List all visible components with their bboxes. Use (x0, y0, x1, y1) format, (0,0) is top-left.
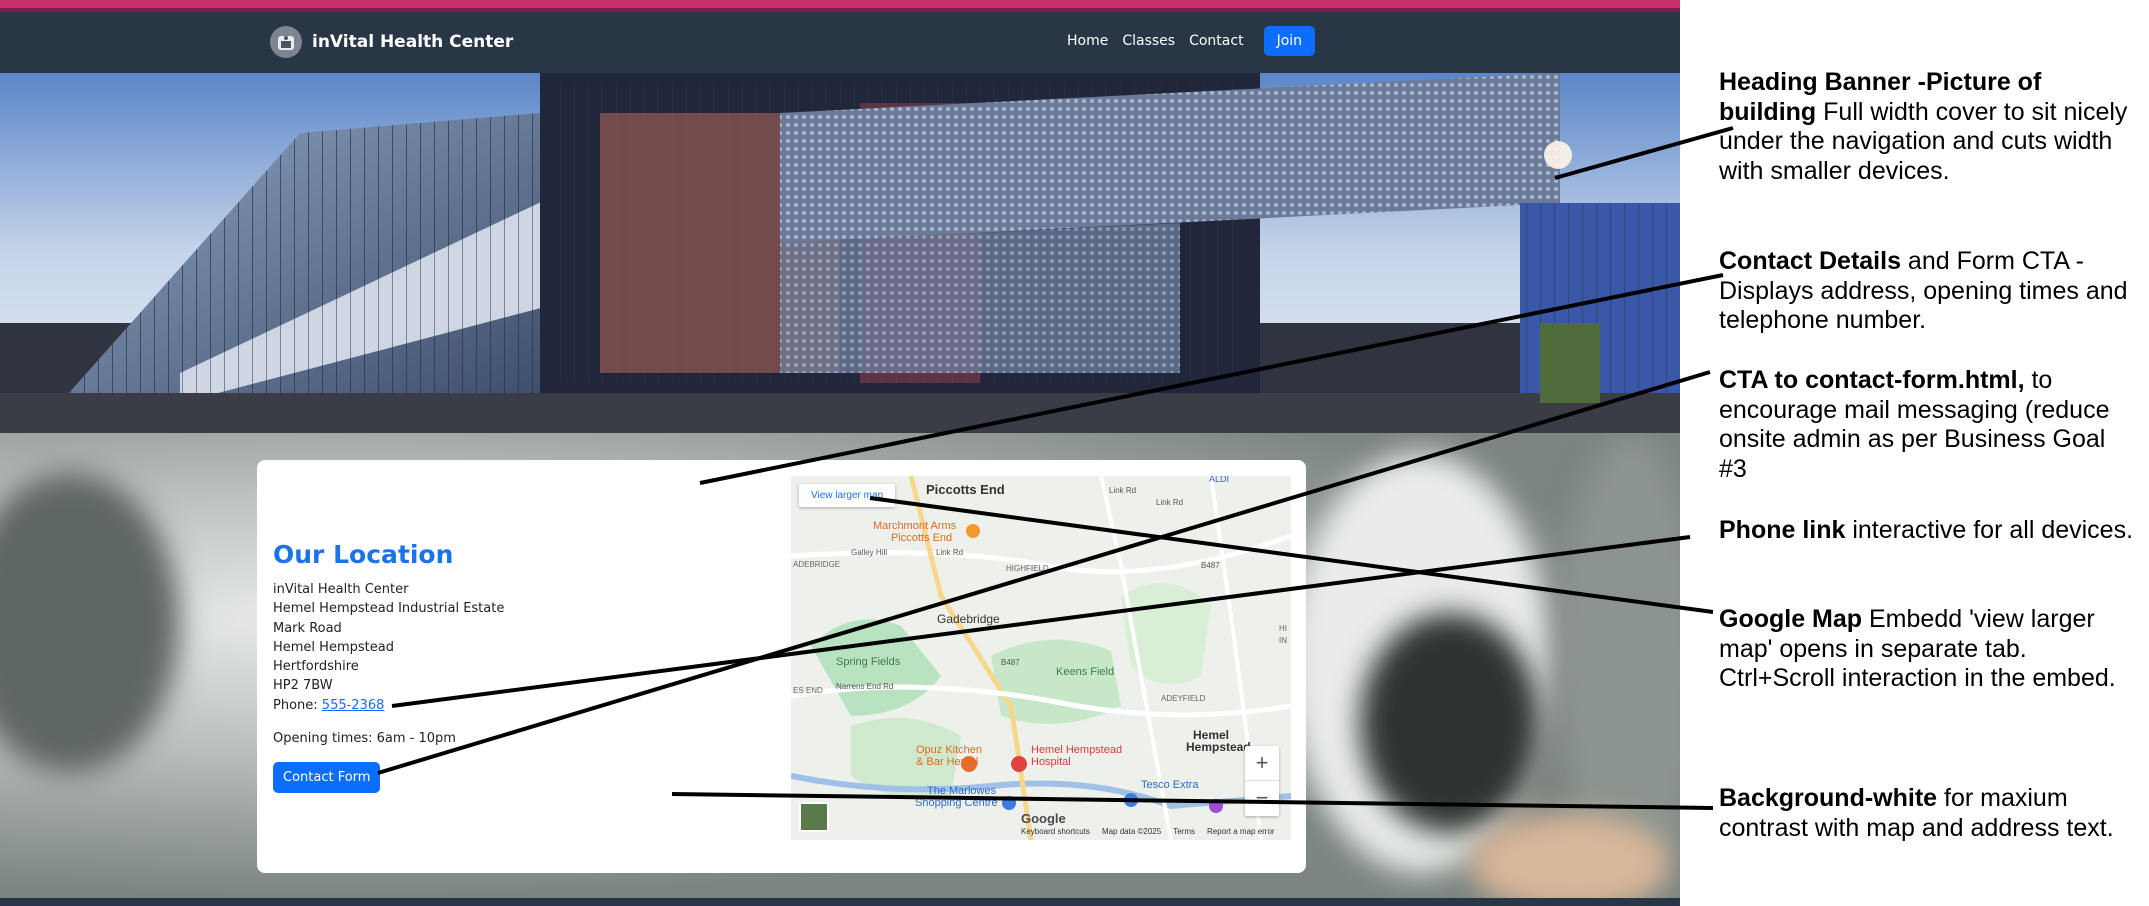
top-accent-strip (0, 0, 1680, 12)
gym-logo-icon (270, 26, 302, 58)
map-layer-toggle[interactable] (799, 802, 829, 832)
hero-building-banner (0, 73, 1680, 433)
map-zoom-control: + − (1245, 746, 1279, 816)
nav-classes[interactable]: Classes (1122, 33, 1175, 49)
view-larger-map-link[interactable]: View larger map (799, 484, 896, 507)
phone-link[interactable]: 555-2368 (322, 698, 385, 713)
bg-shape (1360, 613, 1540, 833)
annotation-text: interactive for all devices. (1845, 516, 2134, 544)
map-road-label: Link Rd (1156, 498, 1184, 507)
map-poi-label: Tesco Extra (1141, 779, 1199, 791)
contact-form-button[interactable]: Contact Form (273, 762, 381, 793)
map-area-label: ES END (793, 686, 823, 695)
website-screenshot: inVital Health Center Home Classes Conta… (0, 0, 1680, 906)
address-block: inVital Health Center Hemel Hempstead In… (273, 580, 504, 748)
address-line: Mark Road (273, 620, 342, 636)
address-line: Hertfordshire (273, 659, 359, 675)
map-poi-label: Piccotts End (891, 532, 953, 544)
map-poi-label: The Marlowes (927, 785, 997, 797)
map-poi-label: Marchmont Arms (873, 520, 957, 532)
map-area-label: IN (1279, 636, 1287, 645)
nav-contact[interactable]: Contact (1189, 33, 1243, 49)
map-road-label: Narrens End Rd (836, 682, 894, 691)
annotation-title: Google Map (1719, 605, 1863, 633)
building-image (0, 73, 1680, 433)
annotation-title: Background-white (1719, 784, 1938, 812)
annotation-contact-details: Contact Details and Form CTA - Displays … (1719, 247, 2139, 336)
brand[interactable]: inVital Health Center (270, 26, 513, 58)
map-place-label: Piccotts End (926, 482, 1005, 497)
join-button[interactable]: Join (1263, 26, 1316, 56)
phone-row: Phone: 555-2368 (273, 696, 504, 715)
map-poi-label: Opuz Kitchen (916, 744, 983, 756)
map-road-label: Link Rd (936, 548, 964, 557)
map-area-label: HIGHFIELD (1006, 564, 1049, 573)
map-road-label: Galley Hill (851, 548, 888, 557)
footer-bar (0, 898, 1680, 906)
map-park-label: Spring Fields (836, 656, 901, 668)
address-line: inVital Health Center (273, 582, 409, 597)
annotation-heading-banner: Heading Banner -Picture of building Full… (1719, 68, 2139, 186)
zoom-in-button[interactable]: + (1245, 746, 1279, 780)
map-road-label: Link Rd (1109, 486, 1137, 495)
nav-links: Home Classes Contact Join (1067, 26, 1316, 56)
annotation-title: CTA to contact-form.html, (1719, 366, 2025, 394)
address-line: Hemel Hempstead Industrial Estate (273, 601, 505, 617)
location-title: Our Location (273, 540, 454, 569)
bg-shape (0, 473, 180, 773)
map-footer: Keyboard shortcuts Map data ©2025 Terms … (1021, 827, 1275, 836)
map-poi-label: & Bar Hemel (916, 756, 979, 768)
map-place-label: Hempstead (1186, 740, 1251, 754)
map-data-text: Map data ©2025 (1101, 827, 1162, 836)
annotation-cta: CTA to contact-form.html, to encourage m… (1719, 366, 2139, 484)
map-poi-label: Hemel Hempstead (1031, 744, 1123, 756)
nav-home[interactable]: Home (1067, 33, 1108, 49)
map-poi-label: Hospital (1031, 756, 1071, 768)
address-line: Hemel Hempstead (273, 639, 394, 655)
annotation-background: Background-white for maxium contrast wit… (1719, 784, 2139, 843)
navbar: inVital Health Center Home Classes Conta… (0, 12, 1680, 73)
report-error-link[interactable]: Report a map error (1207, 827, 1275, 836)
map-area-label: ADEYFIELD (1161, 694, 1206, 703)
location-card: Our Location inVital Health Center Hemel… (257, 460, 1306, 873)
keyboard-shortcuts-link[interactable]: Keyboard shortcuts (1021, 827, 1090, 836)
google-logo: Google (1021, 811, 1066, 826)
annotation-title: Contact Details (1719, 247, 1901, 275)
google-map-embed[interactable]: View larger map Piccotts End Marchmont A… (791, 476, 1291, 840)
zoom-out-button[interactable]: − (1245, 780, 1279, 814)
map-road-label: B487 (1001, 658, 1020, 667)
map-area-label: ADEBRIDGE (793, 560, 841, 569)
map-poi-label: ALDI (1209, 476, 1230, 484)
annotation-google-map: Google Map Embedd 'view larger map' open… (1719, 605, 2139, 694)
opening-times: Opening times: 6am - 10pm (273, 731, 456, 747)
address-line: HP2 7BW (273, 678, 333, 694)
brand-name: inVital Health Center (312, 32, 514, 52)
annotation-phone-link: Phone link interactive for all devices. (1719, 516, 2139, 546)
map-place-label: Gadebridge (937, 612, 1000, 626)
phone-label: Phone: (273, 697, 318, 713)
map-park-label: Keens Field (1056, 666, 1115, 678)
map-area-label: HI (1279, 624, 1287, 633)
annotation-title: Phone link (1719, 516, 1846, 544)
map-poi-label: Shopping Centre (915, 797, 998, 809)
terms-link[interactable]: Terms (1173, 827, 1195, 836)
map-road-label: B487 (1201, 561, 1220, 570)
